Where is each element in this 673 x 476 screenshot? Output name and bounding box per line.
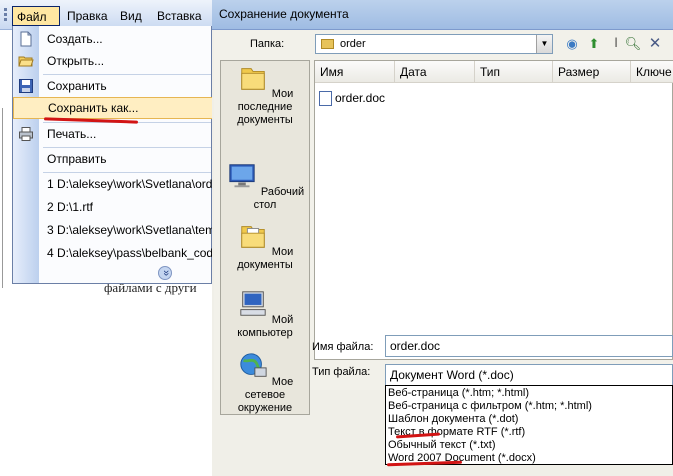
open-folder-icon: [18, 56, 34, 67]
menu-view[interactable]: Вид: [116, 6, 146, 26]
menu-item-print[interactable]: Печать...: [13, 123, 213, 145]
place-my-documents[interactable]: Мои документы: [221, 221, 309, 272]
dialog-title-bar[interactable]: Сохранение документа: [212, 0, 673, 30]
menu-item-send[interactable]: Отправить: [13, 148, 213, 170]
menu-item-label: Открыть...: [47, 54, 105, 68]
menu-file[interactable]: Файл: [12, 6, 60, 26]
my-computer-icon: [240, 291, 266, 316]
new-folder-icon[interactable]: ▪: [667, 34, 673, 54]
filetype-option[interactable]: Обычный текст (*.txt): [388, 439, 496, 452]
filetype-option[interactable]: Веб-страница с фильтром (*.htm; *.html): [388, 400, 592, 413]
toolbar-grip: [4, 13, 7, 16]
column-date[interactable]: Дата: [395, 61, 475, 83]
print-icon: [19, 127, 33, 141]
recent-folder-icon: [240, 68, 265, 90]
folder-icon: [321, 39, 334, 49]
folder-value: order: [340, 38, 366, 50]
filetype-option[interactable]: Веб-страница (*.htm; *.html): [388, 387, 529, 400]
delete-icon[interactable]: ✕: [645, 34, 665, 54]
file-list[interactable]: Имя Дата Тип Размер Ключе order.doc: [314, 60, 673, 360]
menu-item-label: Сохранить: [47, 79, 107, 93]
column-size[interactable]: Размер: [553, 61, 631, 83]
toolbar-grip: [4, 18, 7, 21]
filename-input[interactable]: [385, 335, 673, 357]
menu-item-save-as[interactable]: Сохранить как...: [13, 97, 213, 119]
place-network[interactable]: Мое сетевое окружение: [221, 351, 309, 415]
up-folder-icon[interactable]: ⬆: [584, 34, 604, 54]
place-label: Рабочий стол: [253, 186, 305, 211]
file-list-header: Имя Дата Тип Размер Ключе: [315, 61, 673, 83]
menu-edit[interactable]: Правка: [63, 6, 112, 26]
file-row[interactable]: order.doc: [319, 89, 385, 107]
filetype-options-list: Веб-страница (*.htm; *.html) Веб-страниц…: [385, 385, 673, 465]
my-documents-icon: [240, 226, 265, 248]
new-doc-icon: [20, 31, 32, 47]
filetype-label: Тип файла:: [312, 366, 371, 378]
place-label: Мои последние документы: [237, 88, 294, 126]
document-area: [0, 286, 214, 476]
menu-item-open[interactable]: Открыть...: [13, 50, 213, 72]
desktop-icon: [229, 164, 255, 188]
folder-label: Папка:: [250, 38, 285, 50]
menu-item-label: Сохранить как...: [48, 101, 139, 115]
filetype-select[interactable]: Документ Word (*.doc): [385, 364, 673, 386]
menu-item-label: Создать...: [47, 32, 103, 46]
recent-file-3[interactable]: 3 D:\aleksey\work\Svetlana\tem: [13, 219, 213, 241]
menu-item-new[interactable]: Создать...: [13, 28, 213, 50]
file-menu-dropdown: Создать... Открыть... Сохранить Сохранит…: [12, 26, 213, 284]
chevron-down-icon[interactable]: ▼: [536, 35, 552, 53]
places-bar: Мои последние документы Рабочий стол Мои…: [220, 60, 310, 415]
save-disk-icon: [19, 79, 33, 93]
place-my-computer[interactable]: Мой компьютер: [221, 289, 309, 340]
word-doc-icon: [319, 91, 332, 107]
column-keywords[interactable]: Ключе: [631, 61, 673, 83]
column-name[interactable]: Имя: [315, 61, 395, 83]
menu-item-save[interactable]: Сохранить: [13, 75, 213, 97]
filename-label: Имя файла:: [312, 341, 374, 353]
network-icon: [240, 353, 267, 377]
file-name: order.doc: [335, 91, 386, 105]
dialog-title: Сохранение документа: [219, 7, 349, 21]
document-margin-line: [2, 108, 3, 288]
filetype-option[interactable]: Шаблон документа (*.dot): [388, 413, 518, 426]
place-label: Мое сетевое окружение: [237, 376, 294, 414]
toolbar-grip: [4, 8, 7, 11]
menu-item-label: Отправить: [47, 152, 107, 166]
back-icon[interactable]: ◉: [562, 34, 582, 54]
recent-file-2[interactable]: 2 D:\1.rtf: [13, 196, 213, 218]
menu-item-label: Печать...: [47, 127, 97, 141]
column-type[interactable]: Тип: [475, 61, 553, 83]
place-desktop[interactable]: Рабочий стол: [221, 161, 309, 212]
place-recent[interactable]: Мои последние документы: [221, 63, 309, 127]
menu-insert[interactable]: Вставка: [153, 6, 206, 26]
folder-select[interactable]: order ▼: [315, 34, 553, 54]
recent-file-1[interactable]: 1 D:\aleksey\work\Svetlana\ord: [13, 173, 213, 195]
expand-menu-button[interactable]: »: [158, 266, 172, 280]
search-web-icon[interactable]: 🔍︎: [623, 34, 643, 54]
chevron-down-icon: »: [160, 269, 172, 277]
recent-file-4[interactable]: 4 D:\aleksey\pass\belbank_code: [13, 242, 213, 264]
